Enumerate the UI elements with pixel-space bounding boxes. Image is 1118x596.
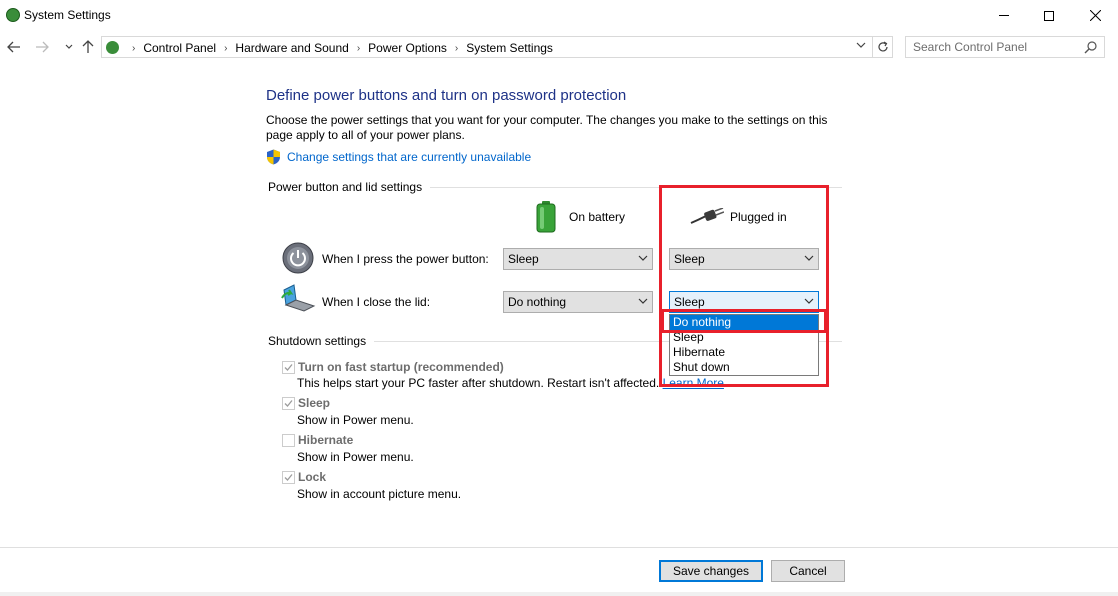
breadcrumb-separator-icon: › bbox=[224, 42, 228, 54]
chevron-down-icon bbox=[638, 298, 648, 304]
up-button[interactable] bbox=[79, 37, 97, 57]
save-changes-button[interactable]: Save changes bbox=[659, 560, 763, 582]
battery-icon bbox=[536, 201, 556, 233]
breadcrumb-hardware-and-sound[interactable]: Hardware and Sound bbox=[235, 41, 348, 55]
window-title: System Settings bbox=[24, 8, 111, 22]
shutdown-section-label: Shutdown settings bbox=[268, 334, 367, 348]
chevron-down-icon bbox=[856, 42, 866, 48]
chevron-down-icon bbox=[65, 44, 73, 49]
hibernate-label: Hibernate bbox=[298, 433, 354, 447]
search-icon[interactable] bbox=[1084, 40, 1098, 54]
refresh-icon bbox=[877, 41, 888, 52]
breadcrumb-separator-icon: › bbox=[132, 42, 136, 54]
footer: Save changes Cancel bbox=[0, 547, 1118, 596]
fast-startup-label: Turn on fast startup (recommended) bbox=[298, 360, 504, 374]
maximize-button[interactable] bbox=[1026, 0, 1072, 31]
sleep-checkbox-row[interactable]: Sleep bbox=[282, 396, 330, 410]
address-history-button[interactable] bbox=[856, 40, 866, 51]
checkmark-icon bbox=[284, 363, 293, 371]
refresh-button[interactable] bbox=[872, 37, 892, 57]
back-button[interactable] bbox=[5, 37, 23, 57]
close-lid-battery-value: Do nothing bbox=[508, 295, 567, 309]
power-section-label: Power button and lid settings bbox=[268, 180, 423, 194]
forward-button[interactable] bbox=[33, 37, 51, 57]
checkmark-icon bbox=[284, 399, 293, 407]
control-panel-icon bbox=[106, 41, 119, 54]
laptop-lid-icon bbox=[281, 284, 316, 312]
status-bar bbox=[0, 592, 1118, 596]
lock-checkbox[interactable] bbox=[282, 470, 295, 484]
control-panel-icon bbox=[6, 8, 20, 22]
power-button-battery-value: Sleep bbox=[508, 252, 539, 266]
up-arrow-icon bbox=[82, 40, 94, 53]
uac-shield-icon bbox=[267, 149, 280, 165]
fast-startup-checkbox[interactable] bbox=[282, 360, 295, 374]
forward-arrow-icon bbox=[36, 41, 49, 53]
breadcrumb-separator-icon: › bbox=[356, 42, 361, 54]
close-button[interactable] bbox=[1072, 0, 1118, 31]
on-battery-header: On battery bbox=[569, 210, 626, 224]
maximize-icon bbox=[1044, 10, 1054, 21]
lock-checkbox-row[interactable]: Lock bbox=[282, 470, 326, 484]
hibernate-description: Show in Power menu. bbox=[297, 450, 414, 464]
power-button-battery-select[interactable]: Sleep bbox=[503, 248, 653, 270]
checkmark-icon bbox=[284, 473, 293, 481]
lock-description: Show in account picture menu. bbox=[297, 487, 462, 501]
page-title: Define power buttons and turn on passwor… bbox=[266, 87, 627, 104]
search-box[interactable] bbox=[905, 36, 1105, 58]
breadcrumb-control-panel[interactable]: Control Panel bbox=[143, 41, 216, 55]
sleep-description: Show in Power menu. bbox=[297, 413, 414, 427]
fast-startup-description-text: This helps start your PC faster after sh… bbox=[297, 376, 660, 390]
do-nothing-option-highlight bbox=[661, 309, 827, 333]
close-lid-label: When I close the lid: bbox=[322, 295, 431, 309]
breadcrumb-system-settings[interactable]: System Settings bbox=[466, 41, 553, 55]
lock-label: Lock bbox=[298, 470, 327, 484]
power-button-label: When I press the power button: bbox=[322, 252, 489, 266]
breadcrumb-power-options[interactable]: Power Options bbox=[368, 41, 447, 55]
address-bar[interactable]: › Control Panel › Hardware and Sound › P… bbox=[101, 36, 893, 58]
search-input[interactable] bbox=[907, 38, 1077, 56]
chevron-down-icon bbox=[638, 255, 648, 261]
breadcrumb: › Control Panel › Hardware and Sound › P… bbox=[124, 41, 553, 55]
back-arrow-icon bbox=[7, 41, 20, 53]
sleep-label: Sleep bbox=[298, 396, 331, 410]
close-lid-battery-select[interactable]: Do nothing bbox=[503, 291, 653, 313]
recent-locations-button[interactable] bbox=[60, 37, 78, 57]
page-description: Choose the power settings that you want … bbox=[266, 113, 828, 142]
main-content: Define power buttons and turn on passwor… bbox=[0, 62, 1118, 547]
minimize-icon bbox=[999, 15, 1009, 16]
sleep-checkbox[interactable] bbox=[282, 396, 295, 410]
close-icon bbox=[1089, 10, 1101, 21]
breadcrumb-separator-icon: › bbox=[454, 42, 459, 54]
minimize-button[interactable] bbox=[981, 0, 1027, 31]
fast-startup-checkbox-row[interactable]: Turn on fast startup (recommended) bbox=[282, 360, 504, 374]
hibernate-checkbox[interactable] bbox=[282, 433, 295, 447]
navigation-bar: › Control Panel › Hardware and Sound › P… bbox=[0, 34, 1118, 60]
power-button-icon bbox=[282, 242, 314, 274]
cancel-button[interactable]: Cancel bbox=[771, 560, 845, 582]
plugged-in-column-highlight bbox=[659, 185, 829, 387]
title-bar: System Settings bbox=[0, 0, 1118, 31]
change-settings-link[interactable]: Change settings that are currently unava… bbox=[287, 150, 531, 164]
hibernate-checkbox-row[interactable]: Hibernate bbox=[282, 433, 353, 447]
